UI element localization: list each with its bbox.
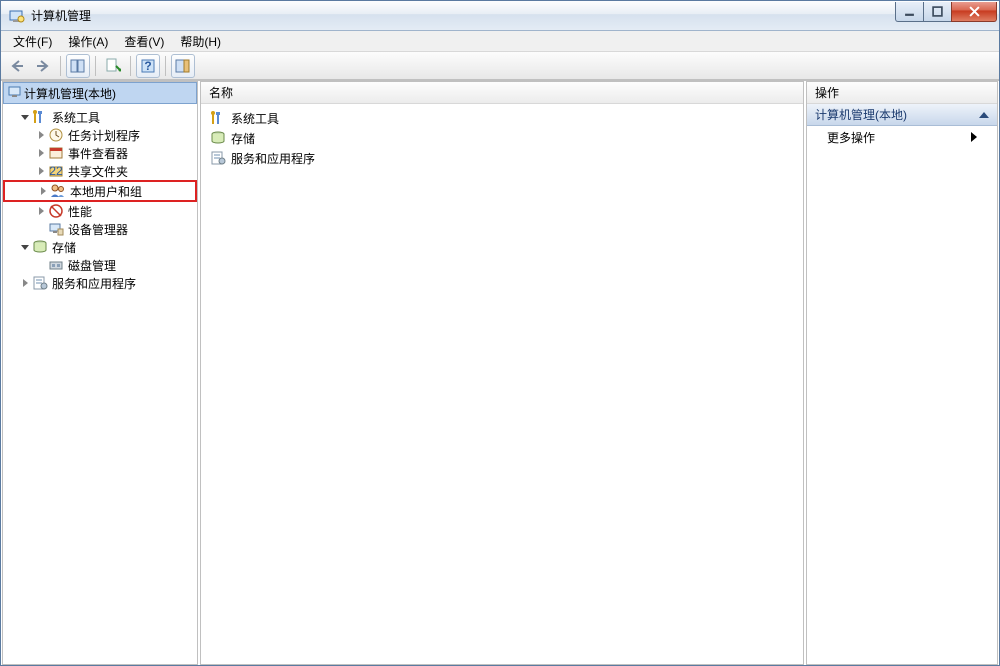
list-item-services[interactable]: 服务和应用程序 — [201, 148, 803, 168]
tools-icon — [32, 109, 48, 125]
services-icon — [209, 150, 227, 166]
window-controls — [896, 2, 997, 22]
expander-icon[interactable] — [19, 277, 31, 289]
expander-icon[interactable] — [19, 111, 31, 123]
tree-label: 性能 — [68, 203, 92, 220]
storage-icon — [209, 130, 227, 146]
list-header-name[interactable]: 名称 — [201, 82, 803, 104]
services-icon — [32, 275, 48, 291]
storage-icon — [32, 239, 48, 255]
tree: 系统工具 任务计划程序 事件查看器 22 共享文件夹 — [3, 104, 197, 296]
tree-item-system-tools[interactable]: 系统工具 — [3, 108, 197, 126]
tree-item-local-users[interactable]: 本地用户和组 — [3, 180, 197, 202]
close-button[interactable] — [951, 2, 997, 22]
tree-label: 系统工具 — [52, 109, 100, 126]
tree-item-services-apps[interactable]: 服务和应用程序 — [3, 274, 197, 292]
show-hide-action-button[interactable] — [171, 54, 195, 78]
tree-root-label: 计算机管理(本地) — [24, 85, 116, 102]
list-item-storage[interactable]: 存储 — [201, 128, 803, 148]
clock-icon — [48, 127, 64, 143]
list-item-system-tools[interactable]: 系统工具 — [201, 108, 803, 128]
expander-icon[interactable] — [35, 147, 47, 159]
tree-item-event-viewer[interactable]: 事件查看器 — [3, 144, 197, 162]
list-item-label: 服务和应用程序 — [231, 150, 315, 167]
minimize-button[interactable] — [895, 2, 924, 22]
list-item-label: 系统工具 — [231, 110, 279, 127]
menubar: 文件(F) 操作(A) 查看(V) 帮助(H) — [1, 31, 999, 52]
toolbar-separator — [165, 56, 166, 76]
event-viewer-icon — [48, 145, 64, 161]
menu-file[interactable]: 文件(F) — [5, 31, 60, 52]
actions-section-label: 计算机管理(本地) — [815, 106, 907, 123]
forward-button[interactable] — [31, 54, 55, 78]
app-icon — [9, 8, 25, 24]
actions-panel-header: 操作 — [807, 82, 997, 104]
action-more[interactable]: 更多操作 — [807, 126, 997, 148]
tree-label: 存储 — [52, 239, 76, 256]
list: 系统工具 存储 服务和应用程序 — [201, 104, 803, 172]
tree-label: 服务和应用程序 — [52, 275, 136, 292]
shared-folders-icon: 22 — [48, 163, 64, 179]
help-button[interactable]: ? — [136, 54, 160, 78]
collapse-icon — [979, 112, 989, 118]
svg-text:22: 22 — [49, 164, 63, 178]
users-icon — [50, 183, 66, 199]
toolbar-separator — [95, 56, 96, 76]
tree-label: 磁盘管理 — [68, 257, 116, 274]
menu-help[interactable]: 帮助(H) — [172, 31, 229, 52]
svg-text:?: ? — [144, 59, 151, 73]
tree-label: 事件查看器 — [68, 145, 128, 162]
menu-view[interactable]: 查看(V) — [116, 31, 172, 52]
properties-button[interactable] — [101, 54, 125, 78]
toolbar-separator — [130, 56, 131, 76]
tree-label: 共享文件夹 — [68, 163, 128, 180]
tree-item-task-scheduler[interactable]: 任务计划程序 — [3, 126, 197, 144]
tree-item-shared-folders[interactable]: 22 共享文件夹 — [3, 162, 197, 180]
window-title: 计算机管理 — [31, 7, 896, 24]
tree-label: 设备管理器 — [68, 221, 128, 238]
computer-mgmt-icon — [8, 84, 24, 103]
tree-item-storage[interactable]: 存储 — [3, 238, 197, 256]
expander-icon[interactable] — [37, 185, 49, 197]
list-panel: 名称 系统工具 存储 服务和应用程序 — [200, 81, 804, 665]
tree-item-disk-mgmt[interactable]: 磁盘管理 — [3, 256, 197, 274]
action-label: 更多操作 — [827, 129, 875, 146]
disk-mgmt-icon — [48, 257, 64, 273]
toolbar-separator — [60, 56, 61, 76]
tree-panel: 计算机管理(本地) 系统工具 任务计划程序 事件查看器 — [2, 81, 198, 665]
toolbar: ? — [1, 52, 999, 80]
show-hide-tree-button[interactable] — [66, 54, 90, 78]
tree-label: 任务计划程序 — [68, 127, 140, 144]
device-manager-icon — [48, 221, 64, 237]
menu-action[interactable]: 操作(A) — [60, 31, 116, 52]
tree-item-device-manager[interactable]: 设备管理器 — [3, 220, 197, 238]
maximize-button[interactable] — [923, 2, 952, 22]
list-item-label: 存储 — [231, 130, 255, 147]
tree-label: 本地用户和组 — [70, 183, 142, 200]
expander-icon[interactable] — [35, 205, 47, 217]
chevron-right-icon — [971, 132, 977, 142]
actions-panel: 操作 计算机管理(本地) 更多操作 — [806, 81, 998, 665]
tools-icon — [209, 110, 227, 126]
back-button[interactable] — [5, 54, 29, 78]
content-area: 计算机管理(本地) 系统工具 任务计划程序 事件查看器 — [1, 80, 999, 665]
tree-item-performance[interactable]: 性能 — [3, 202, 197, 220]
performance-icon — [48, 203, 64, 219]
expander-icon[interactable] — [35, 129, 47, 141]
tree-root[interactable]: 计算机管理(本地) — [3, 82, 197, 104]
main-window: 计算机管理 文件(F) 操作(A) 查看(V) 帮助(H) ? 计算机管理(本地… — [0, 0, 1000, 666]
titlebar[interactable]: 计算机管理 — [1, 1, 999, 31]
expander-icon[interactable] — [35, 165, 47, 177]
expander-icon[interactable] — [19, 241, 31, 253]
actions-section-header[interactable]: 计算机管理(本地) — [807, 104, 997, 126]
